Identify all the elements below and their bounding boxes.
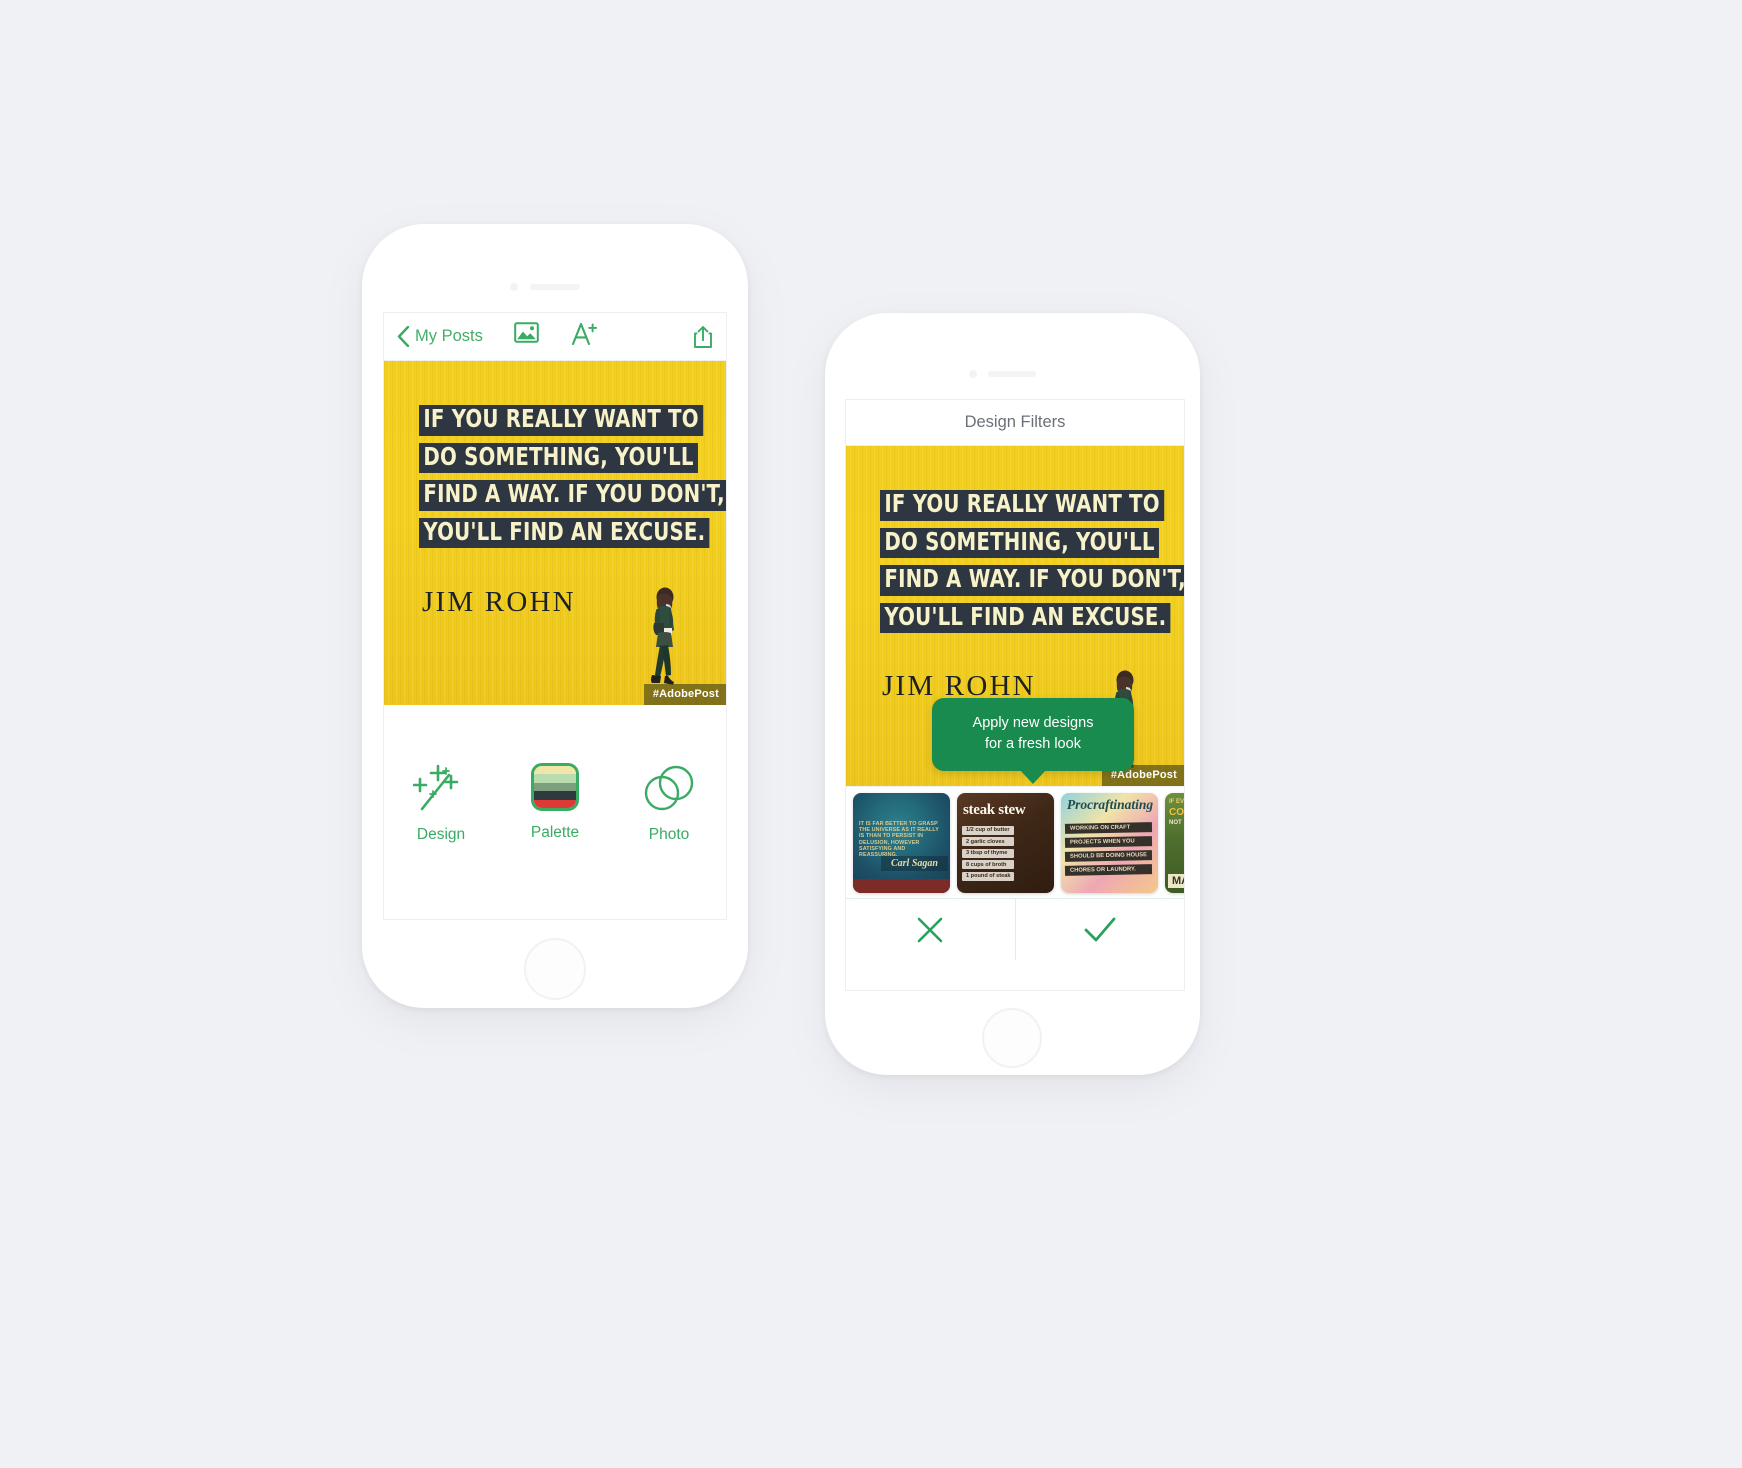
ingredient: 1 pound of steak — [962, 871, 1015, 881]
ingredient: 1/2 cup of butter — [962, 825, 1015, 835]
filter-quote-author: Carl Sagan — [881, 855, 948, 871]
share-button[interactable] — [693, 325, 713, 349]
quote-text-block[interactable]: IF YOU REALLY WANT TO DO SOMETHING, YOU'… — [384, 405, 726, 555]
adobe-post-watermark: #AdobePost — [643, 684, 726, 705]
poster-preview[interactable]: IF YOU REALLY WANT TO DO SOMETHING, YOU'… — [846, 446, 1184, 786]
filter-thumbnail-steak-stew[interactable]: steak stew 1/2 cup of butter 2 garlic cl… — [957, 792, 1054, 893]
home-button[interactable] — [524, 938, 586, 1000]
poster-canvas[interactable]: IF YOU REALLY WANT TO DO SOMETHING, YOU'… — [384, 361, 726, 705]
photo-circles-icon — [644, 765, 694, 811]
quote-line: DO SOMETHING, YOU'LL — [419, 442, 699, 473]
filter-thumbnail-procraftinating[interactable]: Procraftinating WORKING ON CRAFT PROJECT… — [1061, 792, 1158, 893]
ingredient: 2 garlic cloves — [962, 837, 1015, 846]
tool-label: Palette — [530, 824, 580, 841]
caption-line: IF EV — [1169, 798, 1184, 805]
palette-swatch-icon — [531, 763, 579, 811]
filter-caption-list: WORKING ON CRAFT PROJECTS WHEN YOU SHOUL… — [1064, 821, 1153, 876]
filter-caption-list: IF EV CO NOT — [1169, 799, 1184, 826]
tooltip-line-1: Apply new designs — [972, 715, 1094, 731]
quote-line: YOU'LL FIND AN EXCUSE. — [880, 602, 1171, 633]
canvas: My Posts IF YOU REALLY WANT TO DO SOMETH… — [0, 0, 1742, 1468]
quote-line: YOU'LL FIND AN EXCUSE. — [419, 517, 710, 548]
back-label: My Posts — [415, 327, 483, 345]
earpiece-speaker — [988, 371, 1036, 377]
front-camera — [510, 283, 518, 291]
filter-band-text: MA — [1168, 873, 1184, 888]
caption-line: WORKING ON CRAFT — [1064, 821, 1153, 834]
filter-title: steak stew — [963, 801, 1026, 818]
quote-author[interactable]: JIM ROHN — [422, 586, 576, 619]
close-x-icon — [917, 917, 943, 942]
design-filter-filmstrip[interactable]: IT IS FAR BETTER TO GRASP THE UNIVERSE A… — [846, 786, 1184, 898]
editor-toolbar: My Posts — [384, 313, 726, 361]
filter-title: Procraftinating — [1066, 796, 1154, 812]
caption-line: NOT — [1169, 819, 1182, 826]
quote-line: FIND A WAY. IF YOU DON'T, — [419, 480, 726, 511]
editor-screen: My Posts IF YOU REALLY WANT TO DO SOMETH… — [383, 312, 727, 920]
tool-palette[interactable]: Palette — [510, 763, 600, 842]
quote-text-block: IF YOU REALLY WANT TO DO SOMETHING, YOU'… — [846, 490, 1184, 640]
caption-line: SHOULD BE DOING HOUSE — [1064, 849, 1153, 862]
design-filters-screen: Design Filters IF YOU REALLY WANT TO DO … — [845, 399, 1185, 991]
tooltip-apply-designs: Apply new designs for a fresh look — [932, 698, 1134, 772]
chevron-left-icon — [397, 326, 410, 347]
tool-photo[interactable]: Photo — [624, 763, 714, 844]
back-to-my-posts-button[interactable]: My Posts — [397, 326, 483, 347]
editor-tool-strip: Design Palette Photo — [384, 705, 726, 919]
quote-line: IF YOU REALLY WANT TO — [880, 490, 1165, 521]
ingredient: 8 cups of broth — [962, 860, 1015, 869]
checkmark-icon — [1084, 917, 1116, 941]
filter-quote-body: IT IS FAR BETTER TO GRASP THE UNIVERSE A… — [859, 820, 939, 859]
confirm-button[interactable] — [1014, 899, 1185, 960]
quote-line: FIND A WAY. IF YOU DON'T, — [880, 565, 1184, 596]
filter-thumbnail-carl-sagan[interactable]: IT IS FAR BETTER TO GRASP THE UNIVERSE A… — [853, 792, 950, 893]
front-camera — [969, 370, 977, 378]
phone-mockup-editor: My Posts IF YOU REALLY WANT TO DO SOMETH… — [362, 224, 748, 1008]
walking-person-illustration — [651, 587, 674, 685]
earpiece-speaker — [530, 284, 580, 290]
filter-thumbnail-road-poster[interactable]: IF EV CO NOT MA — [1165, 792, 1184, 893]
tool-label: Design — [416, 826, 466, 843]
tool-label: Photo — [648, 826, 690, 843]
quote-line: IF YOU REALLY WANT TO — [419, 405, 704, 436]
sheet-title: Design Filters — [846, 400, 1184, 446]
cancel-button[interactable] — [846, 899, 1015, 960]
ingredient: 3 tbsp of thyme — [962, 848, 1015, 858]
magic-wand-icon — [413, 764, 459, 811]
tool-design[interactable]: Design — [396, 763, 486, 844]
caption-line: CHORES OR LAUNDRY. — [1064, 863, 1153, 876]
filter-action-bar — [846, 898, 1184, 960]
caption-line: CO — [1169, 806, 1184, 818]
tooltip-line-2: for a fresh look — [985, 735, 1081, 752]
phone-mockup-filters: Design Filters IF YOU REALLY WANT TO DO … — [825, 313, 1200, 1075]
home-button[interactable] — [982, 1008, 1042, 1068]
share-icon — [694, 325, 712, 348]
quote-line: DO SOMETHING, YOU'LL — [880, 527, 1160, 558]
filter-ingredient-list: 1/2 cup of butter 2 garlic cloves 3 tbsp… — [962, 825, 1015, 881]
add-text-icon[interactable] — [571, 322, 597, 351]
image-icon[interactable] — [513, 322, 539, 351]
caption-line: PROJECTS WHEN YOU — [1064, 835, 1153, 848]
